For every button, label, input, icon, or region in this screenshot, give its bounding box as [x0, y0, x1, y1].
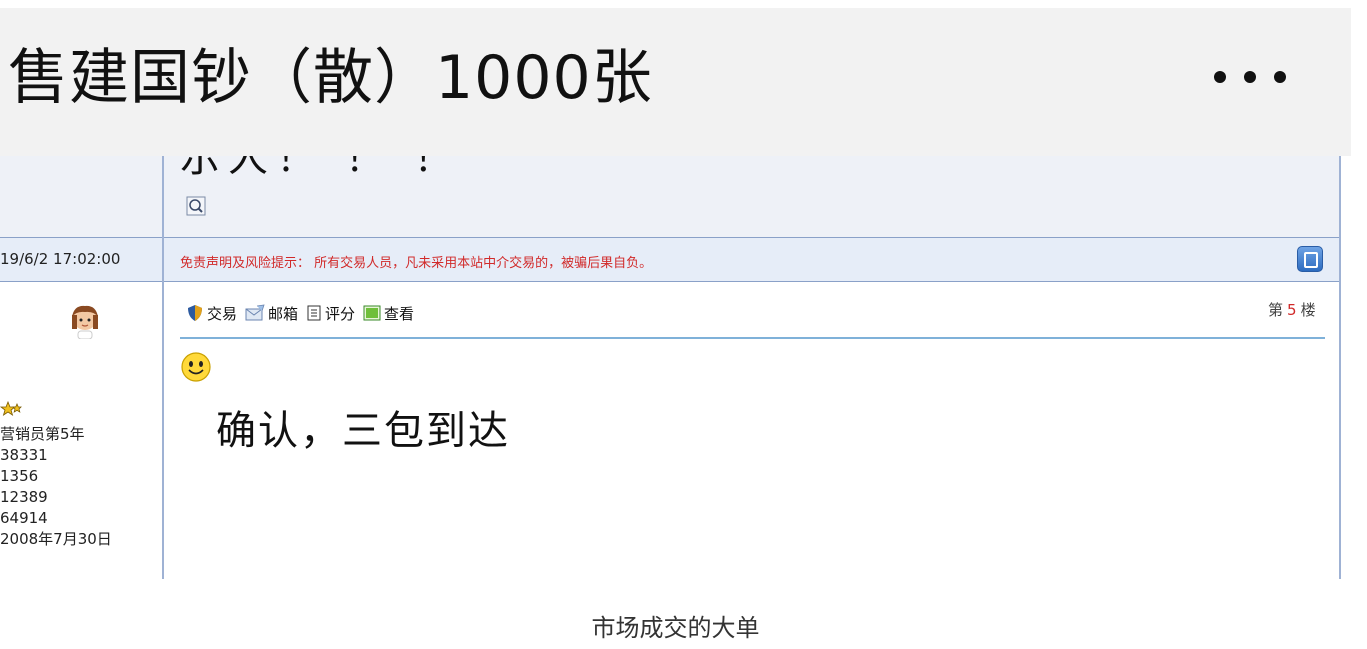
- star-rank-icon: [0, 401, 22, 416]
- post-time: 19/6/2 17:02:00: [0, 250, 121, 268]
- previous-post-row: 示人！ ！ ！: [0, 156, 1341, 238]
- trade-button[interactable]: 交易: [186, 303, 237, 324]
- trade-label: 交易: [207, 304, 238, 323]
- back-to-top-icon[interactable]: [1297, 246, 1323, 272]
- document-icon: [307, 305, 321, 321]
- forum-screenshot: 示人！ ！ ！ 19/6/2 17:02:00 免责声明及风险提示： 所有交易人…: [0, 156, 1341, 579]
- disclaimer-notice: 免责声明及风险提示： 所有交易人员，凡未采用本站中介交易的，被骗后果自负。: [180, 256, 653, 271]
- dot: [1214, 71, 1226, 83]
- user-join-date: 2008年7月30日: [0, 530, 112, 548]
- user-stat: 12389: [0, 488, 48, 506]
- floor-number: 第5楼: [1268, 299, 1316, 320]
- mailbox-label: 邮箱: [268, 304, 299, 323]
- user-stat: 38331: [0, 446, 48, 464]
- user-profile-info: 营销员第5年 38331 1356 12389 64914 2008年7月30日: [0, 424, 112, 550]
- rate-label: 评分: [325, 304, 356, 323]
- user-rank: 营销员第5年: [0, 425, 85, 443]
- floor-value: 5: [1287, 301, 1297, 319]
- magnifier-icon[interactable]: [186, 196, 206, 216]
- dot: [1274, 71, 1286, 83]
- avatar[interactable]: [68, 303, 102, 339]
- view-label: 查看: [384, 304, 415, 323]
- more-dots-icon[interactable]: [1214, 70, 1286, 84]
- post-action-bar: 交易 邮箱 评分 查看: [186, 299, 422, 327]
- column-divider: [162, 156, 164, 579]
- post-meta-row: 19/6/2 17:02:00 免责声明及风险提示： 所有交易人员，凡未采用本站…: [0, 238, 1341, 282]
- view-button[interactable]: 查看: [363, 303, 414, 324]
- table-right-border: [1339, 156, 1341, 579]
- image-caption: 市场成交的大单: [591, 614, 760, 642]
- dot: [1244, 71, 1256, 83]
- user-stat: 64914: [0, 509, 48, 527]
- floor-suffix: 楼: [1300, 301, 1316, 319]
- floor-prefix: 第: [1268, 301, 1284, 319]
- image-icon: [363, 305, 381, 321]
- post-body-text: 确认，三包到达: [216, 408, 510, 454]
- post-divider: [180, 337, 1325, 339]
- smiley-icon: [181, 352, 211, 382]
- post-row: 营销员第5年 38331 1356 12389 64914 2008年7月30日…: [0, 283, 1341, 579]
- rate-button[interactable]: 评分: [306, 303, 355, 324]
- user-stat: 1356: [0, 467, 39, 485]
- article-title: 售建国钞（散）1000张: [8, 43, 653, 113]
- mailbox-button[interactable]: 邮箱: [245, 303, 298, 324]
- previous-post-text: 示人！ ！ ！: [180, 156, 462, 181]
- mail-icon: [245, 304, 265, 321]
- article-header: 售建国钞（散）1000张: [0, 8, 1351, 156]
- shield-icon: [188, 305, 202, 321]
